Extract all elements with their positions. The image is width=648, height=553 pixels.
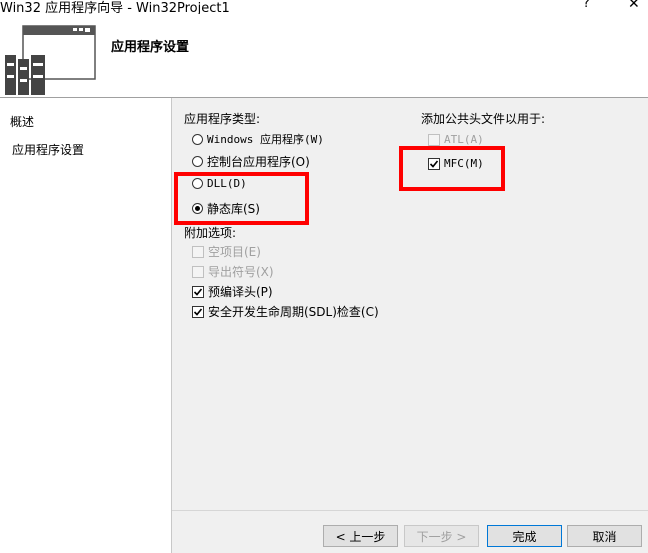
checkbox-atl: ATL(A) (428, 133, 484, 146)
nav-item-app-settings[interactable]: 应用程序设置 (12, 141, 84, 158)
radio-label: Windows 应用程序(W) (207, 133, 324, 146)
radio-indicator (192, 156, 203, 167)
next-button[interactable]: 下一步 > (404, 525, 479, 547)
help-button[interactable]: ? (583, 0, 590, 11)
radio-windows-app[interactable]: Windows 应用程序(W) (192, 131, 324, 147)
checkbox-indicator (192, 285, 204, 298)
page-title: 应用程序设置 (111, 40, 190, 55)
close-button[interactable]: ✕ (628, 0, 640, 12)
footer-divider (172, 510, 648, 511)
checkbox-label: ATL(A) (444, 133, 484, 146)
checkbox-precompiled-header[interactable]: 预编译头(P) (192, 283, 273, 300)
radio-label: 控制台应用程序(O) (207, 155, 310, 169)
checkmark-icon (193, 307, 203, 316)
highlight-box-mfc (399, 146, 505, 191)
prev-button[interactable]: < 上一步 (323, 525, 398, 547)
checkbox-empty-project: 空项目(E) (192, 243, 261, 260)
checkbox-label: 空项目(E) (208, 245, 261, 259)
wizard-nav: 概述 应用程序设置 (0, 98, 170, 553)
checkbox-label: 导出符号(X) (208, 265, 274, 279)
wizard-header: 应用程序设置 (0, 14, 648, 98)
checkmark-icon (193, 287, 203, 296)
checkbox-export-symbols: 导出符号(X) (192, 263, 274, 280)
app-type-label: 应用程序类型: (184, 112, 261, 126)
title-bar: Win32 应用程序向导 - Win32Project1 ? ✕ (0, 0, 648, 16)
radio-console-app[interactable]: 控制台应用程序(O) (192, 153, 310, 170)
highlight-box-static-lib (174, 172, 309, 225)
checkbox-sdl-checks[interactable]: 安全开发生命周期(SDL)检查(C) (192, 303, 379, 320)
wizard-app-icon (3, 25, 97, 100)
cancel-button[interactable]: 取消 (567, 525, 642, 547)
checkbox-indicator (192, 245, 204, 258)
checkbox-indicator (192, 265, 204, 278)
radio-indicator (192, 133, 203, 145)
common-headers-label: 添加公共头文件以用于: (421, 112, 546, 126)
finish-button[interactable]: 完成 (487, 525, 562, 547)
extra-options-label: 附加选项: (184, 226, 237, 240)
checkbox-indicator (192, 305, 204, 318)
checkbox-label: 预编译头(P) (208, 285, 273, 299)
checkbox-indicator (428, 133, 440, 146)
nav-item-overview[interactable]: 概述 (10, 113, 34, 130)
checkbox-label: 安全开发生命周期(SDL)检查(C) (208, 305, 379, 319)
